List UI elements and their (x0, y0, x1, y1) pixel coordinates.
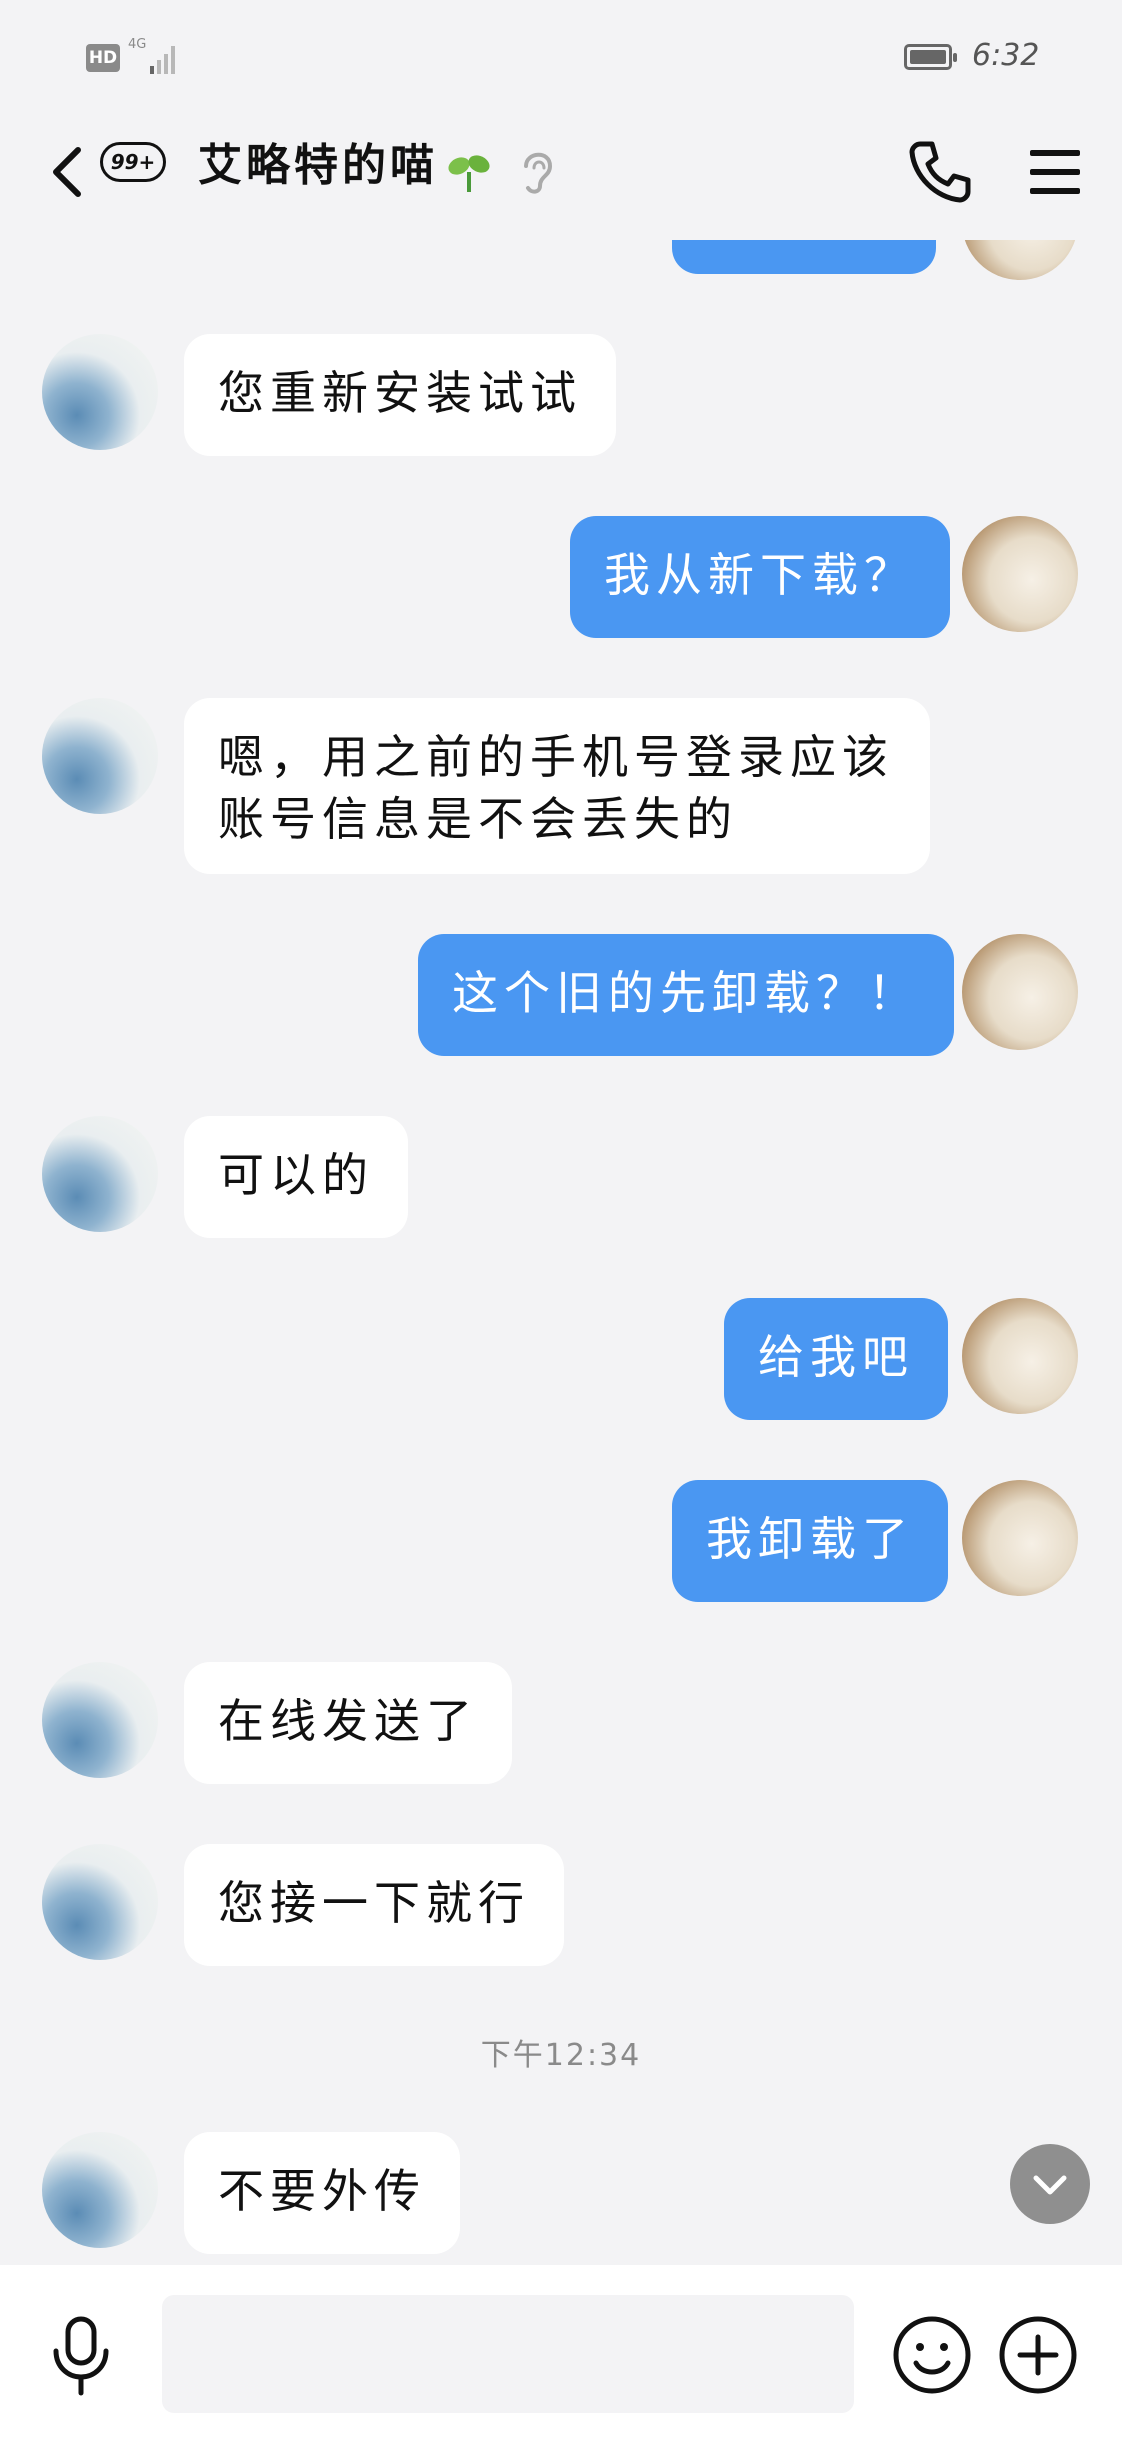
avatar-contact[interactable] (42, 2132, 158, 2248)
scroll-to-bottom-button[interactable] (1010, 2144, 1090, 2224)
ear-icon[interactable] (516, 146, 556, 196)
chevron-down-icon (1033, 2175, 1067, 2195)
back-icon (53, 147, 81, 197)
message-bubble-outgoing[interactable]: 这个旧的先卸载？！ (418, 934, 954, 1056)
emoji-icon[interactable] (890, 2313, 974, 2397)
message-list[interactable]: 您重新安装试试 我从新下载？ 嗯，用之前的手机号登录应该 账号信息是不会丢失的 … (0, 240, 1122, 2265)
message-bubble-incoming[interactable]: 不要外传 (184, 2132, 460, 2254)
message-bubble-outgoing[interactable]: 我卸载了 (672, 1480, 948, 1602)
phone-call-button[interactable] (906, 136, 976, 206)
message-bubble-incoming[interactable]: 可以的 (184, 1116, 408, 1238)
avatar-self[interactable] (962, 934, 1078, 1050)
unread-badge[interactable]: 99+ (100, 142, 166, 182)
avatar-contact[interactable] (42, 1116, 158, 1232)
plus-icon[interactable] (996, 2313, 1080, 2397)
message-bubble-incoming[interactable]: 您接一下就行 (184, 1844, 564, 1966)
message-bubble-outgoing[interactable]: 给我吧 (724, 1298, 948, 1420)
sprout-icon (448, 155, 490, 192)
signal-icon (150, 40, 180, 74)
chat-title: 艾略特的喵 (198, 140, 438, 191)
message-bubble-outgoing[interactable] (672, 240, 936, 274)
avatar-self[interactable] (962, 240, 1078, 280)
input-bar (0, 2265, 1122, 2442)
message-bubble-outgoing[interactable]: 我从新下载？ (570, 516, 950, 638)
message-bubble-incoming[interactable]: 在线发送了 (184, 1662, 512, 1784)
chat-header: 99+ 艾略特的喵 (0, 110, 1122, 240)
status-bar: HD 4G 6:32 (0, 0, 1122, 110)
avatar-contact[interactable] (42, 698, 158, 814)
message-bubble-incoming[interactable]: 嗯，用之前的手机号登录应该 账号信息是不会丢失的 (184, 698, 930, 874)
battery-icon (904, 44, 957, 70)
message-line: 账号信息是不会丢失的 (218, 792, 738, 846)
mic-icon[interactable] (48, 2315, 114, 2399)
message-line: 嗯，用之前的手机号登录应该 (218, 730, 894, 784)
avatar-self[interactable] (962, 1298, 1078, 1414)
message-timestamp: 下午12:34 (480, 2038, 642, 2073)
network-type: 4G (128, 37, 147, 52)
back-button[interactable] (40, 136, 100, 206)
menu-button[interactable] (1030, 144, 1086, 200)
avatar-contact[interactable] (42, 1662, 158, 1778)
hd-indicator: HD (86, 44, 120, 72)
avatar-contact[interactable] (42, 334, 158, 450)
avatar-self[interactable] (962, 516, 1078, 632)
message-input[interactable] (162, 2295, 854, 2413)
message-bubble-incoming[interactable]: 您重新安装试试 (184, 334, 616, 456)
status-time: 6:32 (972, 38, 1040, 73)
avatar-self[interactable] (962, 1480, 1078, 1596)
avatar-contact[interactable] (42, 1844, 158, 1960)
